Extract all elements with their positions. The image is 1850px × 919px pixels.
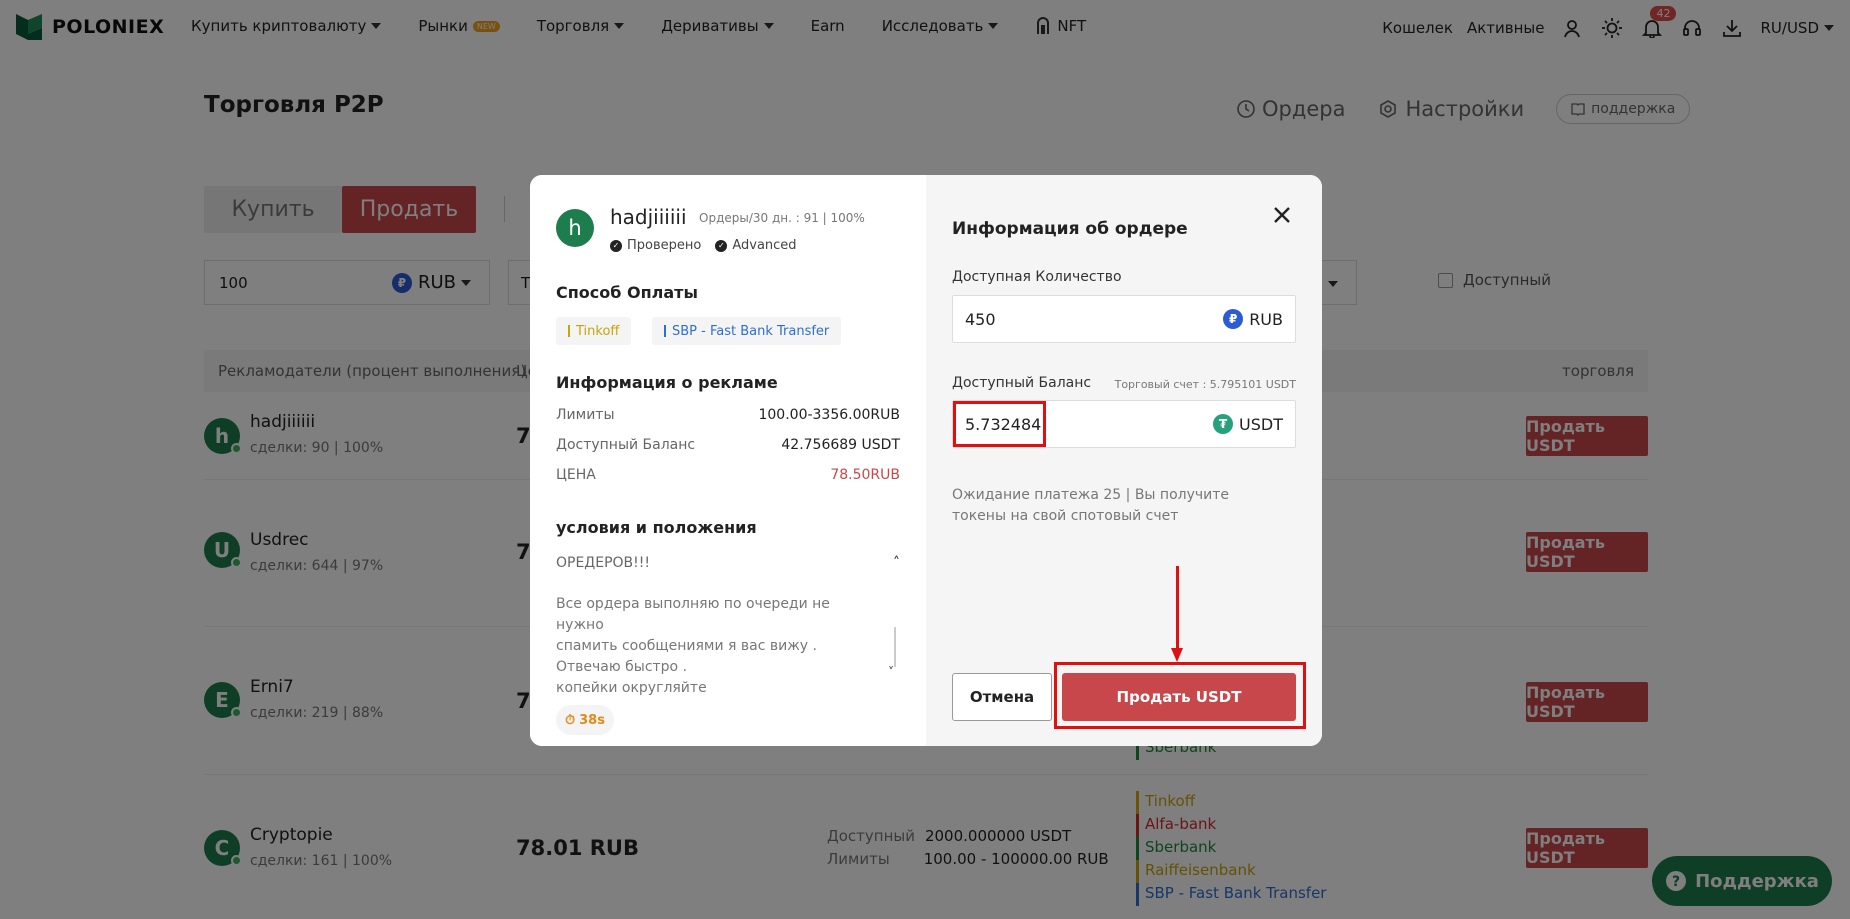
chevron-down-icon[interactable]: ˅ [888,665,894,679]
advertiser-name: hadjiiiiii [610,205,687,229]
terms-toggle[interactable]: ОРЕДЕРОВ!!! ˄ [556,555,900,571]
balance-label: Доступный Баланс [952,375,1092,391]
verified-badges: ✓ Проверено ✓ Advanced [610,238,797,253]
terms-head: ОРЕДЕРОВ!!! [556,555,650,571]
price-label: ЦЕНА [556,467,596,483]
quantity-label: Доступная Количество [952,269,1122,285]
terms-scrollbar[interactable] [894,627,896,667]
order-info-title: Информация об ордере [952,219,1188,239]
payment-chip-sbp: SBP - Fast Bank Transfer [652,317,842,345]
highlight-box [1054,662,1306,729]
quantity-input[interactable]: 450 ₽ RUB [952,295,1296,343]
timer-value: 38s [579,712,605,728]
usdt-coin-icon: ₮ [1213,414,1234,434]
terms-line: Все ордера выполняю по очереди не нужно [556,596,830,633]
order-form-panel: Информация об ордере Доступная Количеств… [926,175,1322,746]
terms-title: условия и положения [556,518,757,537]
price-value: 78.50RUB [830,467,900,483]
terms-line: Отвечаю быстро . [556,659,688,675]
ad-info-title: Информация о рекламе [556,373,778,392]
rub-coin-icon: ₽ [1223,309,1244,329]
advertiser-orders-info: Ордеры/30 дн. : 91 | 100% [699,211,865,225]
countdown-timer: ⏱ 38s [556,705,614,735]
terms-text: Все ордера выполняю по очереди не нужно … [556,594,876,699]
limits-row: Лимиты 100.00-3356.00RUB [556,407,900,423]
annotation-arrow [1176,566,1179,652]
terms-line: спамить сообщениями я вас вижу . [556,638,817,654]
avatar: h [556,209,594,247]
close-icon[interactable] [1268,201,1296,229]
balance-row: Доступный Баланс 42.756689 USDT [556,437,900,453]
limits-label: Лимиты [556,407,615,423]
quantity-currency-label: RUB [1249,309,1283,329]
trade-account-balance: Торговый счет : 5.795101 USDT [1114,378,1296,391]
payment-title: Способ Оплаты [556,283,698,302]
annotation-arrow-head [1171,648,1183,662]
check-icon: ✓ [610,239,622,252]
terms-line: копейки округляйте [556,680,707,696]
quantity-currency: ₽ RUB [1223,309,1283,329]
highlight-box [953,401,1046,447]
advanced-label: Advanced [732,238,797,253]
sell-order-modal: h hadjiiiiii Ордеры/30 дн. : 91 | 100% ✓… [530,175,1322,746]
limits-value: 100.00-3356.00RUB [758,407,900,423]
payment-chip-tinkoff: Tinkoff [556,317,632,345]
balance-value: 42.756689 USDT [781,437,900,453]
check-icon: ✓ [715,239,728,252]
balance-input[interactable]: 5.732484 ₮ USDT [952,400,1296,448]
ad-info-panel: h hadjiiiiii Ордеры/30 дн. : 91 | 100% ✓… [530,175,926,746]
price-row: ЦЕНА 78.50RUB [556,467,900,483]
chevron-up-icon: ˄ [893,555,900,571]
quantity-value: 450 [965,309,996,329]
cancel-button[interactable]: Отмена [952,673,1052,721]
balance-label: Доступный Баланс [556,437,696,453]
balance-currency-label: USDT [1239,414,1283,434]
payment-note: Ожидание платежа 25 | Вы получите токены… [952,487,1230,524]
timer-icon: ⏱ [565,712,576,728]
verified-label: Проверено [627,238,702,253]
balance-currency: ₮ USDT [1213,414,1283,434]
